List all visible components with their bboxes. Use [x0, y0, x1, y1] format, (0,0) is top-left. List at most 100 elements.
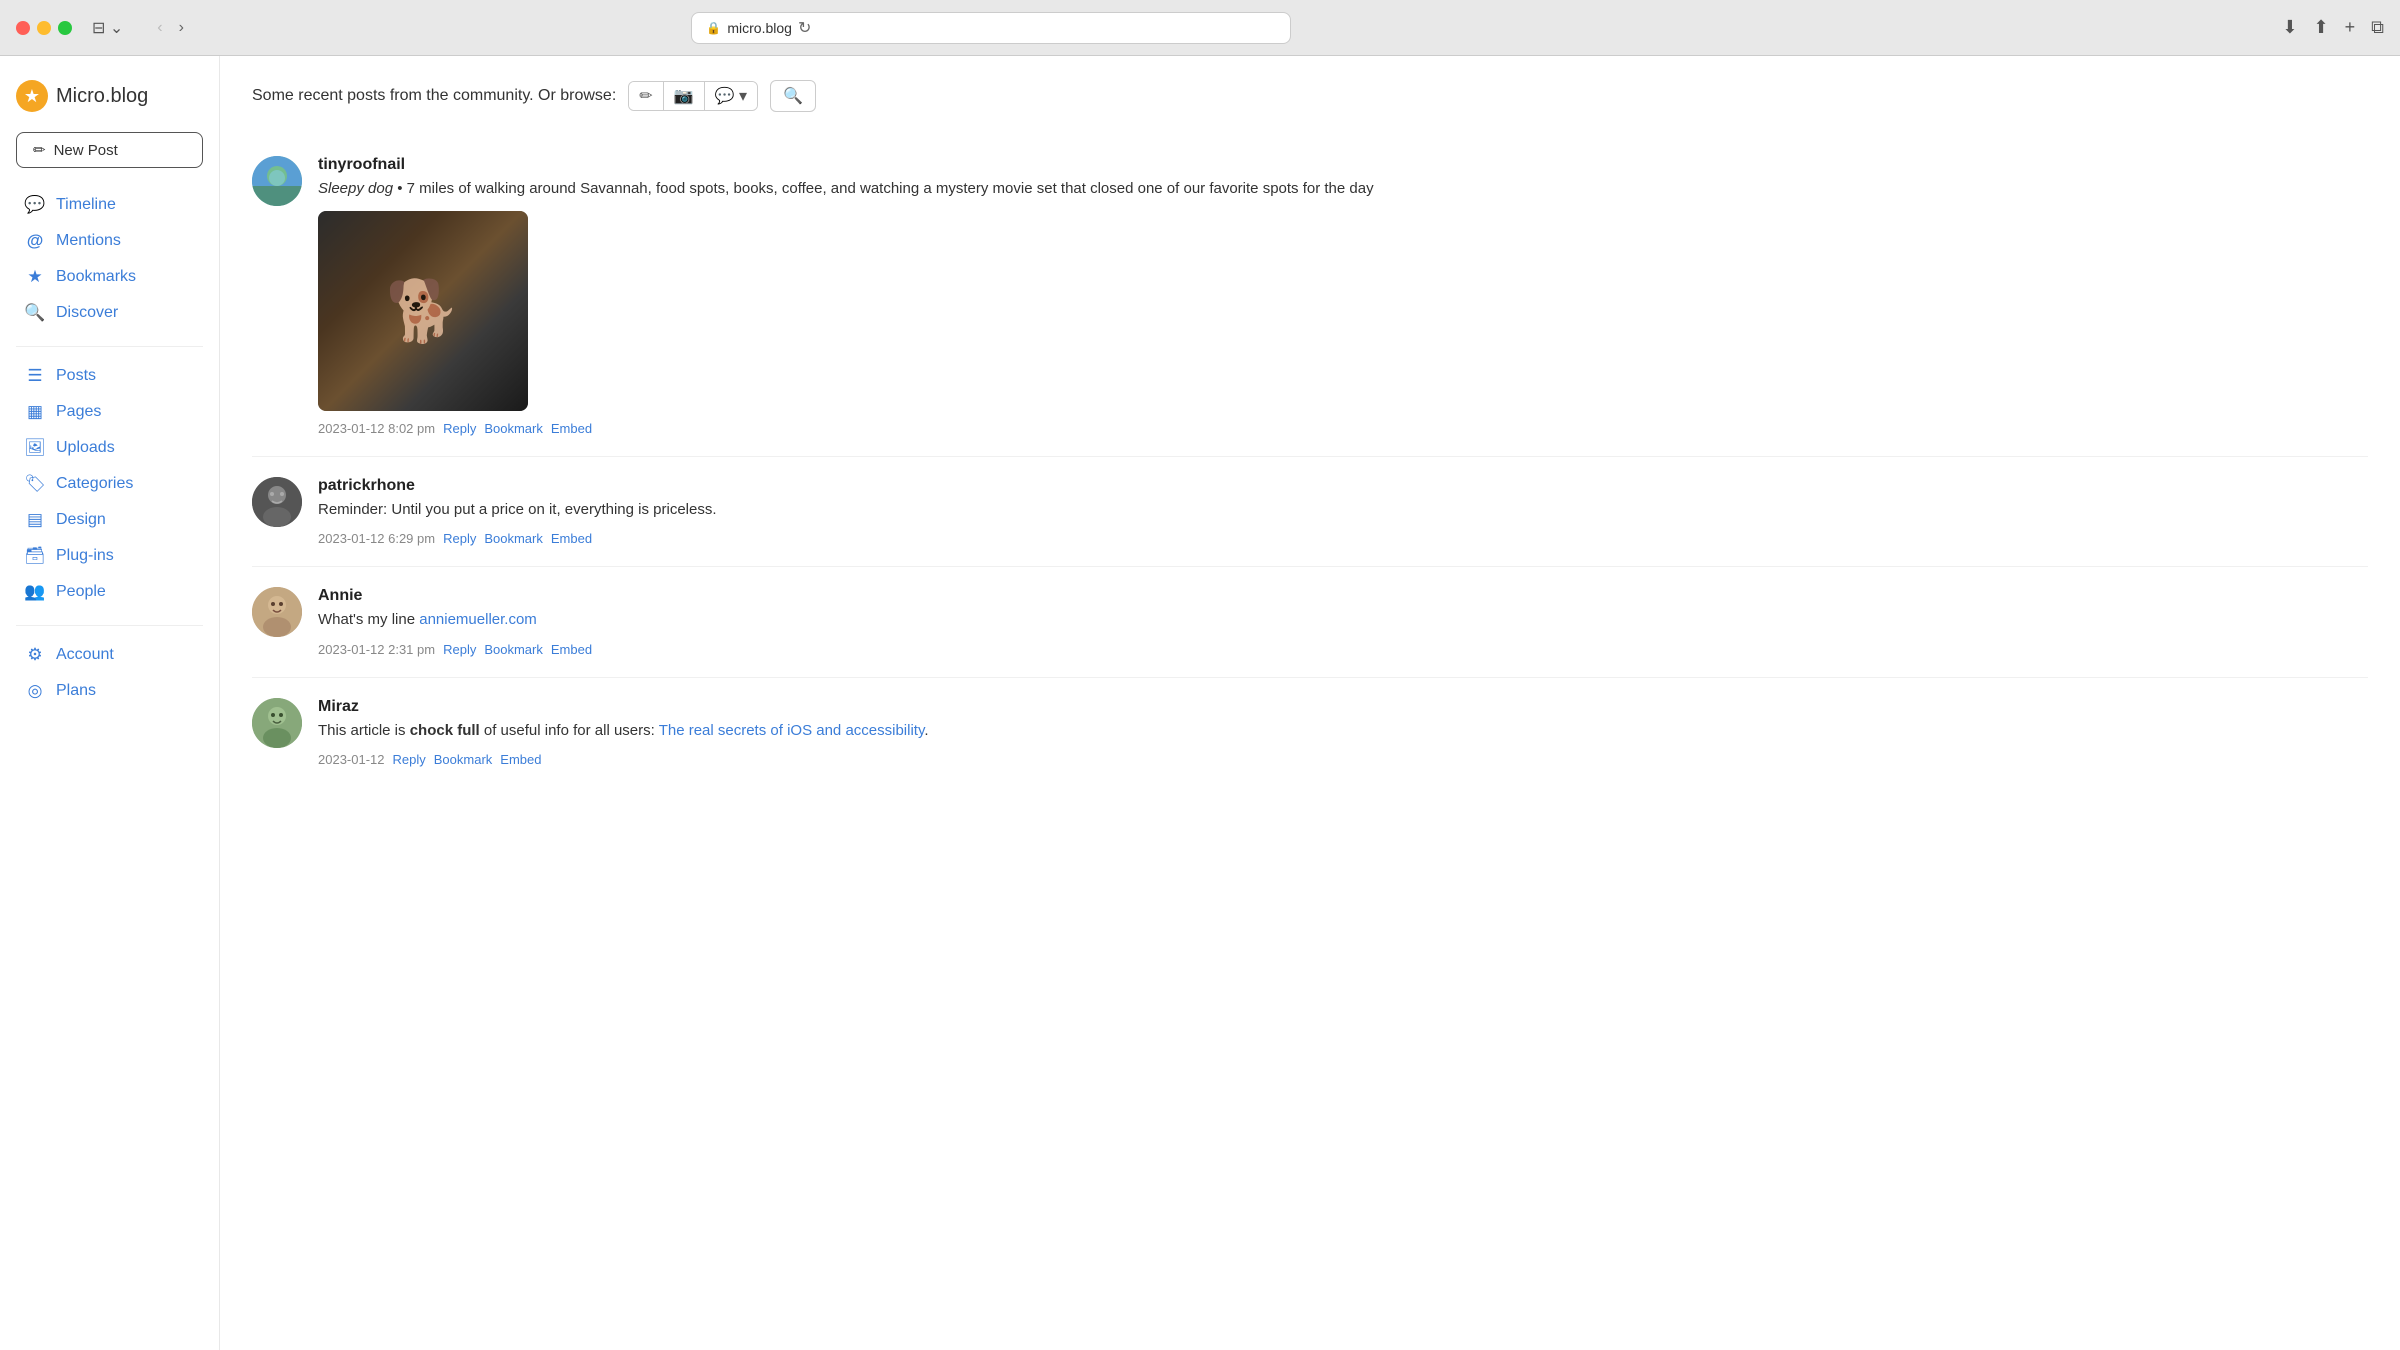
post-meta-patrickrhone: 2023-01-12 6:29 pm Reply Bookmark Embed [318, 531, 2368, 546]
browse-pencil-button[interactable]: ✏ [629, 82, 663, 110]
post-miraz: Miraz This article is chock full of usef… [252, 678, 2368, 788]
categories-icon: 🏷 [24, 474, 46, 494]
avatar-miraz[interactable] [252, 698, 302, 748]
sidebar-item-bookmarks[interactable]: ★ Bookmarks [16, 260, 203, 294]
post-text-miraz: This article is chock full of useful inf… [318, 720, 2368, 743]
posts-icon: ☰ [24, 366, 46, 386]
embed-link-2[interactable]: Embed [551, 531, 592, 546]
post-body-miraz: Miraz This article is chock full of usef… [318, 698, 2368, 768]
sidebar-item-pages[interactable]: ▦ Pages [16, 395, 203, 429]
address-bar[interactable]: 🔒 micro.blog ↻ [691, 12, 1291, 44]
bookmark-link-1[interactable]: Bookmark [484, 421, 543, 436]
share-button[interactable]: ⬆ [2314, 17, 2329, 38]
primary-nav: 💬 Timeline @ Mentions ★ Bookmarks 🔍 Disc… [16, 188, 203, 330]
embed-link-3[interactable]: Embed [551, 642, 592, 657]
logo[interactable]: ★ Micro.blog [16, 80, 203, 112]
timeline-icon: 💬 [24, 195, 46, 215]
sidebar-item-people[interactable]: 👥 People [16, 575, 203, 609]
discover-icon: 🔍 [24, 303, 46, 323]
traffic-lights [16, 21, 72, 35]
bookmark-link-4[interactable]: Bookmark [434, 752, 493, 767]
mentions-icon: @ [24, 231, 46, 251]
app-container: ★ Micro.blog ✏ New Post 💬 Timeline @ Men… [0, 56, 2400, 1350]
close-button[interactable] [16, 21, 30, 35]
post-annie: Annie What's my line anniemueller.com 20… [252, 567, 2368, 678]
secondary-nav: ☰ Posts ▦ Pages 🖼 Uploads 🏷 Categories ▤… [16, 359, 203, 609]
logo-icon: ★ [16, 80, 48, 112]
fullscreen-button[interactable] [58, 21, 72, 35]
plugins-icon: 🗃 [24, 546, 46, 566]
nav-divider-2 [16, 625, 203, 626]
forward-button[interactable]: › [173, 15, 190, 41]
browse-photo-button[interactable]: 📷 [664, 82, 705, 110]
bookmark-link-2[interactable]: Bookmark [484, 531, 543, 546]
post-body-tinyroofnail: tinyroofnail Sleepy dog • 7 miles of wal… [318, 156, 2368, 436]
post-timestamp-2: 2023-01-12 6:29 pm [318, 531, 435, 546]
browse-chat-button[interactable]: 💬 ▾ [705, 82, 757, 110]
dog-photo [318, 211, 528, 411]
people-icon: 👥 [24, 582, 46, 602]
reply-link-4[interactable]: Reply [393, 752, 426, 767]
sidebar-item-posts[interactable]: ☰ Posts [16, 359, 203, 393]
sidebar-item-categories[interactable]: 🏷 Categories [16, 467, 203, 501]
search-button[interactable]: 🔍 [770, 80, 816, 112]
plans-icon: ◎ [24, 681, 46, 701]
annie-link[interactable]: anniemueller.com [419, 611, 537, 628]
post-meta-tinyroofnail: 2023-01-12 8:02 pm Reply Bookmark Embed [318, 421, 2368, 436]
new-post-button[interactable]: ✏ New Post [16, 132, 203, 168]
reply-link-2[interactable]: Reply [443, 531, 476, 546]
avatar-tinyroofnail[interactable] [252, 156, 302, 206]
reload-button[interactable]: ↻ [798, 18, 811, 38]
sidebar-item-mentions[interactable]: @ Mentions [16, 224, 203, 258]
bookmark-link-3[interactable]: Bookmark [484, 642, 543, 657]
reply-link-3[interactable]: Reply [443, 642, 476, 657]
sidebar-toggle-button[interactable]: ⊟ ⌄ [84, 14, 131, 42]
post-meta-annie: 2023-01-12 2:31 pm Reply Bookmark Embed [318, 642, 2368, 657]
post-username-tinyroofnail[interactable]: tinyroofnail [318, 156, 2368, 174]
post-body-patrickrhone: patrickrhone Reminder: Until you put a p… [318, 477, 2368, 547]
post-image-tinyroofnail[interactable] [318, 211, 528, 411]
sidebar-item-discover[interactable]: 🔍 Discover [16, 296, 203, 330]
post-body-annie: Annie What's my line anniemueller.com 20… [318, 587, 2368, 657]
post-text-patrickrhone: Reminder: Until you put a price on it, e… [318, 499, 2368, 522]
post-timestamp-4: 2023-01-12 [318, 752, 385, 767]
post-patrickrhone: patrickrhone Reminder: Until you put a p… [252, 457, 2368, 568]
tabs-button[interactable]: ⧉ [2371, 17, 2384, 38]
embed-link-4[interactable]: Embed [500, 752, 541, 767]
sidebar-item-uploads[interactable]: 🖼 Uploads [16, 431, 203, 465]
post-username-miraz[interactable]: Miraz [318, 698, 2368, 716]
avatar-patrickrhone[interactable] [252, 477, 302, 527]
pages-icon: ▦ [24, 402, 46, 422]
account-icon: ⚙ [24, 645, 46, 665]
bookmarks-icon: ★ [24, 267, 46, 287]
page-header: Some recent posts from the community. Or… [252, 80, 2368, 112]
sidebar-item-timeline[interactable]: 💬 Timeline [16, 188, 203, 222]
browse-button-group: ✏ 📷 💬 ▾ [628, 81, 758, 111]
sidebar-item-plans[interactable]: ◎ Plans [16, 674, 203, 708]
header-text: Some recent posts from the community. Or… [252, 87, 616, 105]
back-button[interactable]: ‹ [151, 15, 168, 41]
design-icon: ▤ [24, 510, 46, 530]
nav-controls: ‹ › [151, 15, 190, 41]
tertiary-nav: ⚙ Account ◎ Plans [16, 638, 203, 708]
avatar-annie[interactable] [252, 587, 302, 637]
sidebar-item-design[interactable]: ▤ Design [16, 503, 203, 537]
miraz-link[interactable]: The real secrets of iOS and accessibilit… [659, 722, 925, 739]
post-text-tinyroofnail: Sleepy dog • 7 miles of walking around S… [318, 178, 2368, 201]
minimize-button[interactable] [37, 21, 51, 35]
sidebar-item-plugins[interactable]: 🗃 Plug-ins [16, 539, 203, 573]
new-tab-button[interactable]: + [2345, 17, 2356, 38]
sidebar-item-account[interactable]: ⚙ Account [16, 638, 203, 672]
uploads-icon: 🖼 [24, 438, 46, 458]
post-text-annie: What's my line anniemueller.com [318, 609, 2368, 632]
post-username-patrickrhone[interactable]: patrickrhone [318, 477, 2368, 495]
post-meta-miraz: 2023-01-12 Reply Bookmark Embed [318, 752, 2368, 767]
embed-link-1[interactable]: Embed [551, 421, 592, 436]
download-button[interactable]: ⬇ [2282, 17, 2297, 38]
sidebar: ★ Micro.blog ✏ New Post 💬 Timeline @ Men… [0, 56, 220, 1350]
post-username-annie[interactable]: Annie [318, 587, 2368, 605]
logo-text: Micro.blog [56, 85, 148, 108]
edit-icon: ✏ [33, 141, 46, 159]
reply-link-1[interactable]: Reply [443, 421, 476, 436]
browser-chrome: ⊟ ⌄ ‹ › 🔒 micro.blog ↻ ⬇ ⬆ + ⧉ [0, 0, 2400, 56]
